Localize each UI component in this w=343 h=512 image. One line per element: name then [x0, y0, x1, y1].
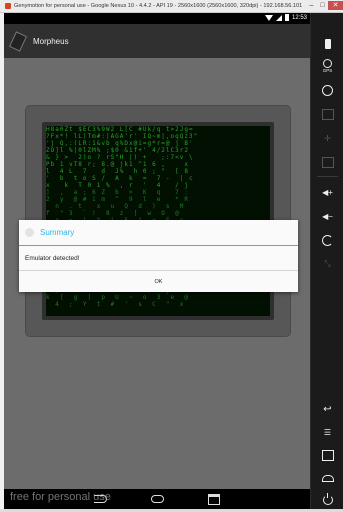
dpad-icon: ✛ — [324, 133, 331, 143]
home-arc-icon — [321, 474, 334, 482]
dialog-title: Summary — [40, 228, 75, 237]
id-widget-button[interactable] — [311, 151, 343, 173]
matrix-row: & } > 2)o ? rS"H |) + ;:7<v \ — [46, 154, 194, 161]
ok-button[interactable]: OK — [19, 271, 298, 293]
emulator-toolbar: GPS ✛ ◀+ ◀− ⤡ ↩ ☰ — [310, 13, 343, 509]
app-title: Morpheus — [33, 36, 69, 46]
minimize-button[interactable]: – — [306, 1, 317, 10]
matrix-row: Pb 1 vT8 r; 8.@ jk1 ^1 6 , x — [46, 161, 194, 168]
back-arrow-icon: ↩ — [323, 403, 332, 415]
dialog-info-icon — [25, 228, 34, 237]
recent-icon — [321, 449, 334, 461]
home-icon[interactable] — [151, 495, 164, 503]
scale-button[interactable]: ⤡ — [311, 253, 343, 275]
camera-widget-button[interactable] — [311, 79, 343, 101]
window-title-bar: Genymotion for personal use - Google Nex… — [0, 0, 343, 13]
matrix-row: ?Fx*! lL)Tm#:|AGA'r' IQ~m|,oqQz3" — [46, 133, 199, 140]
genymotion-icon — [5, 3, 11, 9]
power-icon — [322, 493, 333, 505]
id-card-icon — [321, 156, 334, 168]
recent-button[interactable] — [311, 444, 343, 466]
matrix-row: 4 ; Y t # ' s C " x — [46, 301, 185, 308]
matrix-row: n . t x u Q d ) s M — [46, 203, 185, 210]
maximize-button[interactable]: □ — [317, 1, 328, 10]
status-time: 12:53 — [291, 14, 307, 21]
rotate-button[interactable] — [311, 229, 343, 251]
matrix-row: H8a0Zt $EC3%9W2 L[C #Uk/q t>2Jg= — [46, 126, 194, 133]
action-bar: Morpheus — [4, 24, 310, 58]
device-screen: 12:53 Morpheus H8a0Zt $EC3%9W2 L[C #Uk/q… — [4, 13, 310, 509]
watermark: free for personal use — [10, 491, 111, 503]
app-logo-icon — [8, 30, 28, 52]
matrix-row: l 4 L 7 d J% h 0 ; " [ 8 — [46, 168, 189, 175]
matrix-row: 2 y @ # i m ^ 9 l e * R — [46, 196, 189, 203]
matrix-row: ] , a ; 6 Z b > K q 7 : — [46, 189, 189, 196]
back-button[interactable]: ↩ — [311, 398, 343, 420]
matrix-row: 'j Q,:(LR:1&vb q%Dx@i=g*r=@ j B' — [46, 140, 194, 147]
matrix-row: ' b t o S / A k = 7 - | c — [46, 175, 194, 182]
volume-up-button[interactable]: ◀+ — [311, 181, 343, 203]
remote-control-button[interactable]: ✛ — [311, 127, 343, 149]
gps-widget-button[interactable]: GPS — [311, 55, 343, 77]
battery-widget-icon — [324, 39, 331, 49]
rotate-icon — [322, 234, 333, 246]
status-bar: 12:53 — [4, 13, 310, 24]
menu-icon: ☰ — [323, 427, 332, 437]
power-button[interactable] — [311, 489, 343, 511]
clapper-icon — [321, 108, 334, 120]
window-title: Genymotion for personal use - Google Nex… — [14, 3, 303, 9]
wifi-icon — [264, 14, 273, 21]
camera-icon — [322, 84, 333, 96]
menu-button[interactable]: ☰ — [311, 421, 343, 443]
scale-icon: ⤡ — [324, 259, 331, 268]
dialog-message: Emulator detected! — [19, 246, 298, 271]
close-button[interactable]: ✕ — [328, 1, 343, 10]
recent-apps-icon[interactable] — [208, 493, 220, 505]
matrix-row: x k T 0 1 % , r ' 4 / j — [46, 182, 189, 189]
capture-widget-button[interactable] — [311, 103, 343, 125]
volume-down-icon: ◀− — [322, 211, 333, 221]
matrix-row: k [ g ] p U ~ o 3 e @ — [46, 294, 189, 301]
battery-icon — [284, 14, 289, 21]
gps-label: GPS — [322, 68, 333, 73]
matrix-row: f " 3 ` ! 8 z [ w O @ — [46, 210, 180, 217]
volume-up-icon: ◀+ — [322, 187, 333, 197]
volume-down-button[interactable]: ◀− — [311, 205, 343, 227]
home-button[interactable] — [311, 467, 343, 489]
gps-icon — [322, 59, 332, 68]
matrix-row: ZO]l %|0lZM% ;$0 &1f+' 4/2lC3r2 — [46, 147, 189, 154]
battery-widget-button[interactable] — [311, 33, 343, 55]
signal-icon — [275, 14, 282, 21]
summary-dialog: Summary Emulator detected! OK — [19, 220, 298, 292]
